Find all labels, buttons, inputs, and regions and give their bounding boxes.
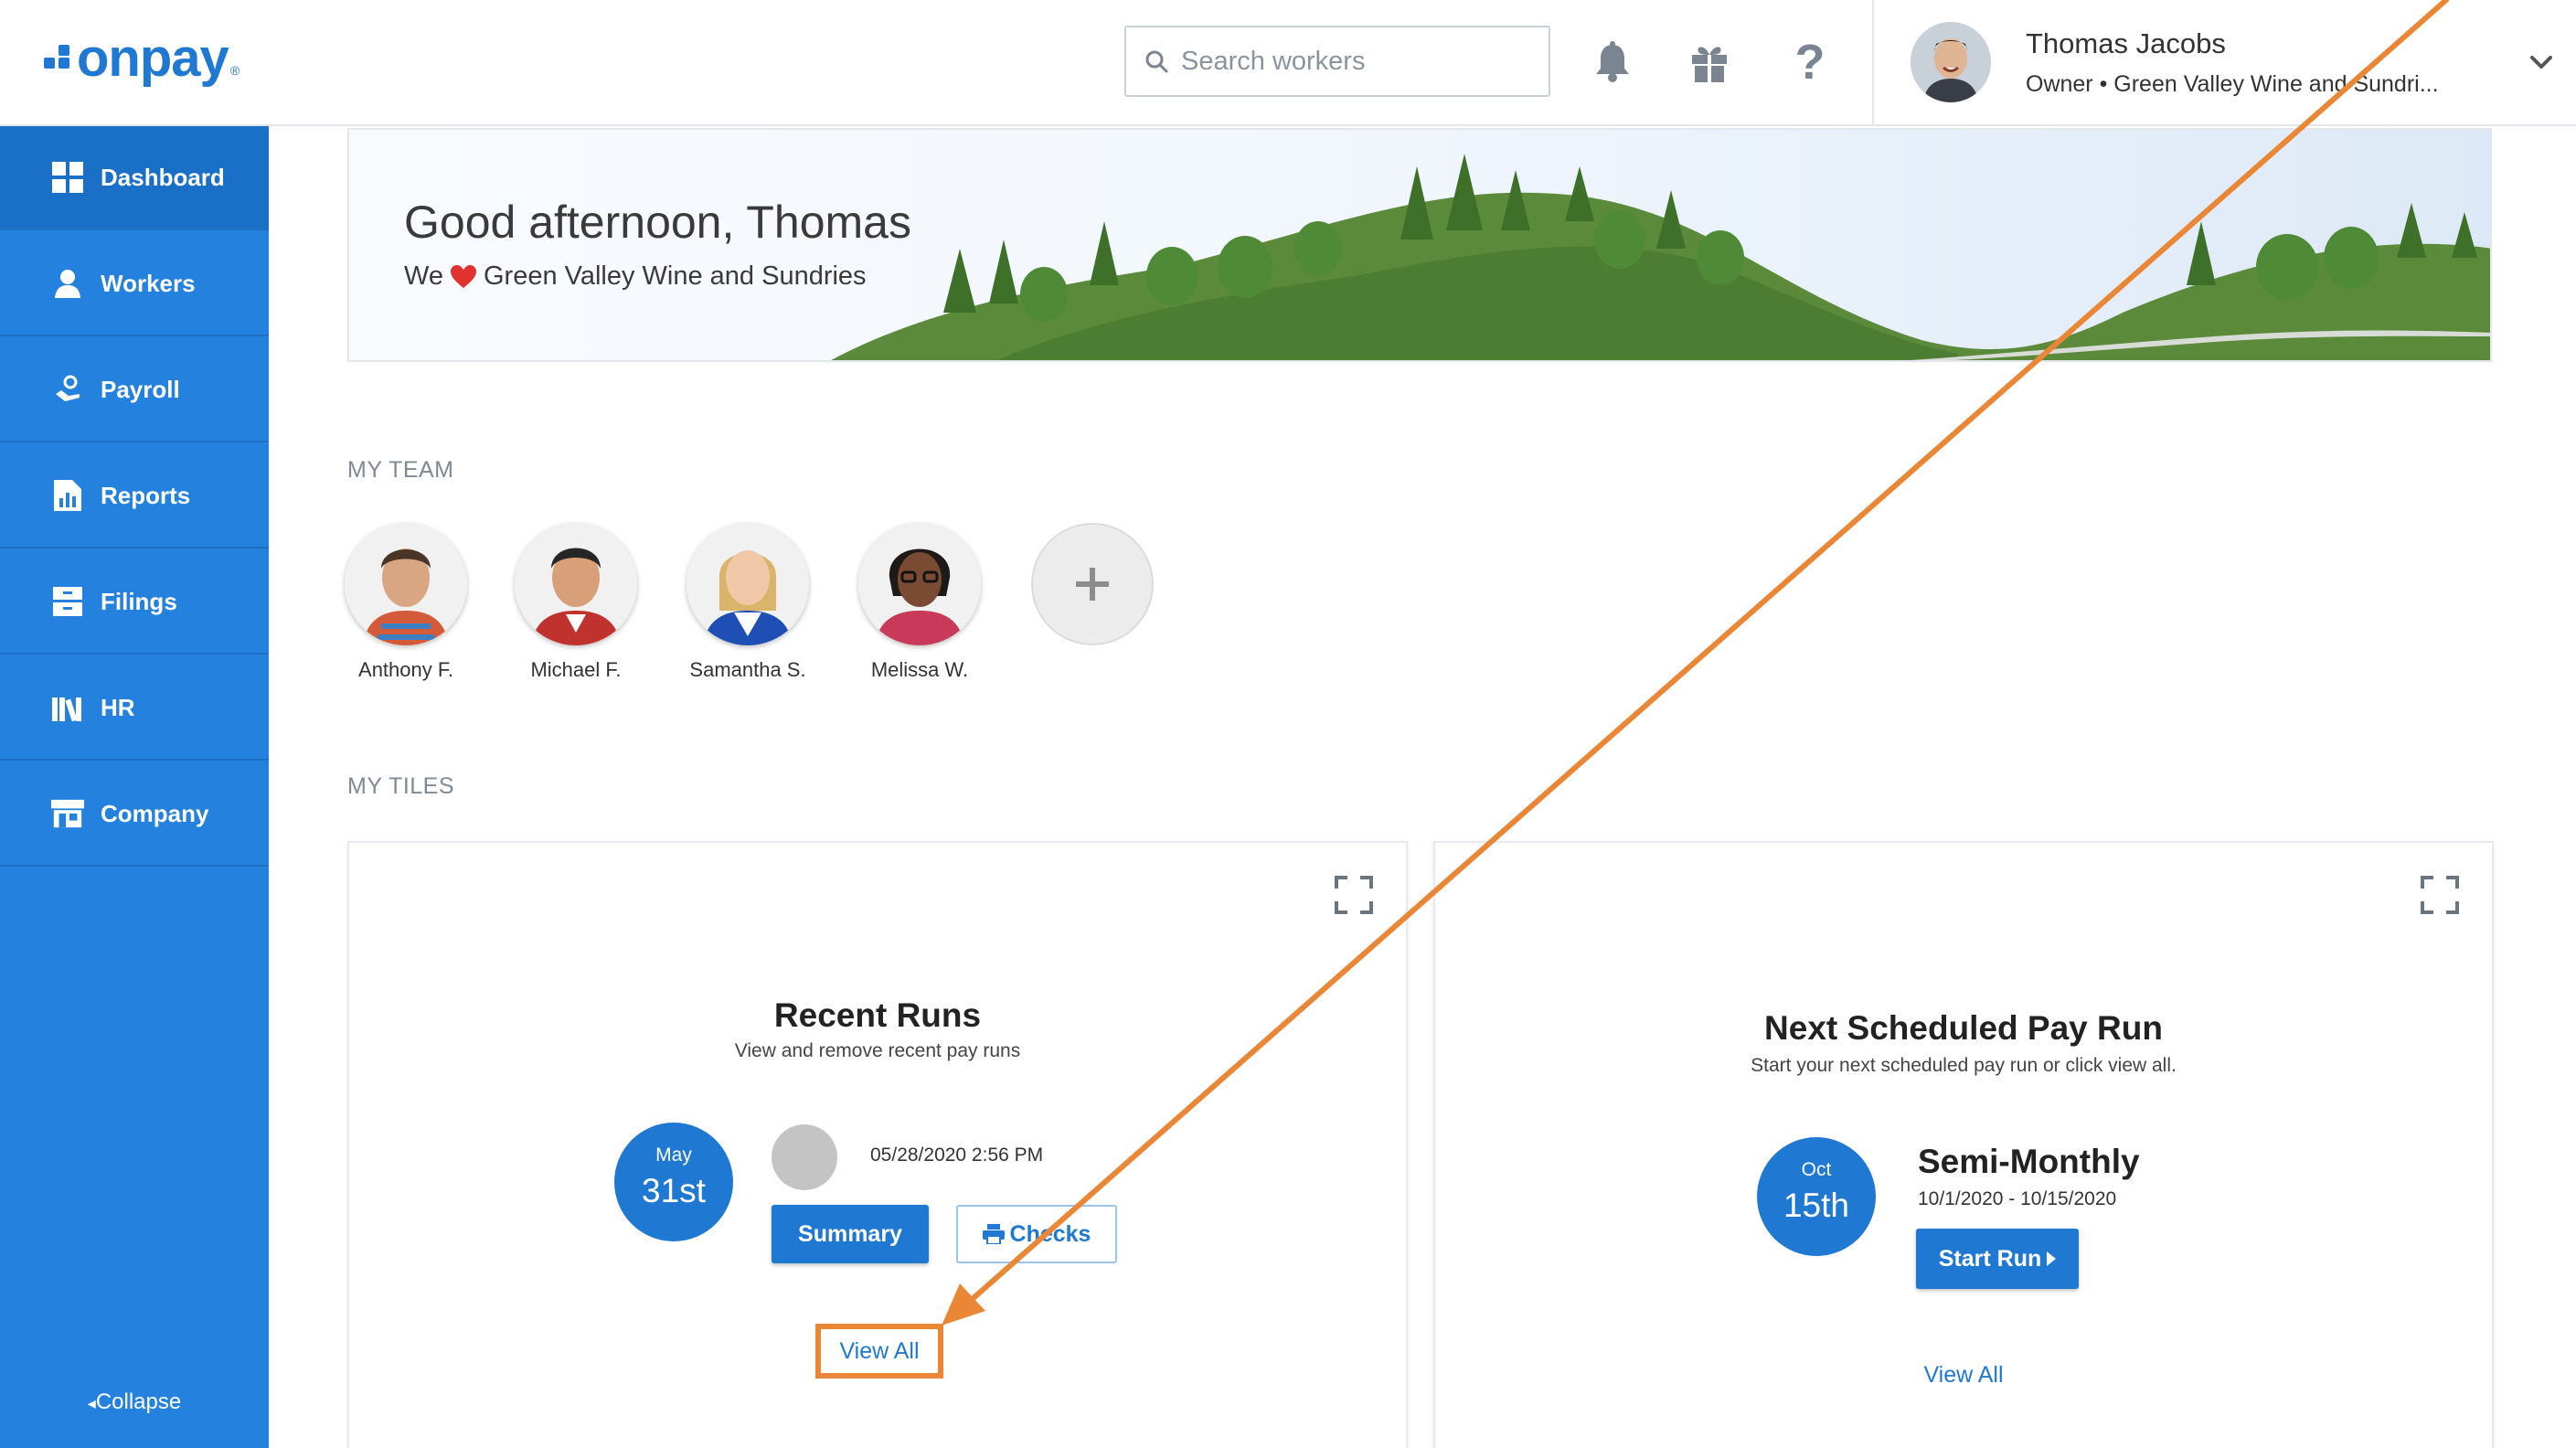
tile-title: Next Scheduled Pay Run [1764,1009,2163,1047]
bell-icon [1596,41,1629,82]
my-team-heading: MY TEAM [347,457,454,483]
expand-icon[interactable] [2421,876,2459,914]
sidebar-item-label: Reports [101,481,191,509]
company-tagline: We Green Valley Wine and Sundries [404,261,867,292]
sidebar-nav: Dashboard Workers Payroll Reports Filing… [0,126,269,1448]
add-team-member-button[interactable] [1031,523,1154,645]
sidebar-item-label: Company [101,799,209,827]
user-name: Thomas Jacobs [2026,27,2226,59]
my-tiles-heading: MY TILES [347,773,455,799]
start-run-label: Start Run [1938,1245,2042,1272]
search-icon [1145,50,1168,73]
team-member-michael[interactable]: Michael F. [514,523,638,682]
summary-label: Summary [798,1220,902,1247]
greeting-text: Good afternoon, Thomas [404,197,911,248]
sidebar-item-company[interactable]: Company [0,762,269,867]
sidebar-item-label: Payroll [101,375,180,403]
logo-text: onpay [77,28,229,88]
avatar [772,1124,837,1190]
onpay-logo[interactable]: onpay ® [44,31,240,86]
welcome-banner: Good afternoon, Thomas We Green Valley W… [347,128,2492,362]
next-run-day: 15th [1783,1187,1849,1224]
sidebar-item-label: Dashboard [101,163,225,191]
gift-icon [1692,47,1727,82]
team-member-name: Melissa W. [870,658,969,681]
dashboard-icon [51,161,84,194]
start-run-button[interactable]: Start Run [1916,1229,2079,1289]
company-icon [51,797,84,830]
run-month: May [655,1145,692,1166]
caret-right-icon [2047,1251,2057,1266]
user-menu[interactable]: Thomas Jacobs Owner • Green Valley Wine … [1872,0,2576,124]
tile-subtitle: View and remove recent pay runs [734,1040,1021,1061]
sidebar-item-dashboard[interactable]: Dashboard [0,126,269,230]
team-member-anthony[interactable]: Anthony F. [344,523,468,682]
recent-runs-view-all-link[interactable]: View All [839,1338,919,1365]
company-name: Green Valley Wine and Sundries [483,261,867,291]
run-timestamp: 05/28/2020 2:56 PM [870,1145,1044,1166]
avatar [687,523,809,645]
avatar [515,523,637,645]
payroll-icon [51,373,84,406]
sidebar-item-hr[interactable]: HR [0,656,269,761]
user-role: Owner • Green Valley Wine and Sundri... [2026,71,2439,97]
run-day: 31st [642,1172,706,1209]
team-member-name: Samantha S. [689,658,806,681]
plus-icon [1076,568,1109,601]
team-member-name: Michael F. [530,658,622,681]
recent-runs-tile: Recent Runs View and remove recent pay r… [347,841,1408,1448]
collapse-sidebar-button[interactable]: ◂Collapse [0,1389,269,1415]
expand-icon[interactable] [1335,876,1373,914]
team-member-melissa[interactable]: Melissa W. [857,523,982,682]
hr-icon [51,691,84,724]
search-box[interactable] [1124,26,1550,97]
printer-icon [982,1224,1005,1244]
summary-button[interactable]: Summary [772,1205,929,1263]
next-run-view-all-link[interactable]: View All [1435,1362,2492,1389]
sidebar-item-reports[interactable]: Reports [0,444,269,548]
next-run-date-badge: Oct 15th [1757,1137,1876,1256]
schedule-name: Semi-Monthly [1918,1143,2140,1180]
sidebar-item-payroll[interactable]: Payroll [0,338,269,442]
help-icon: ? [1794,35,1826,90]
help-button[interactable]: ? [1784,37,1836,88]
heart-icon [450,264,476,289]
logo-registered-mark: ® [229,63,240,78]
chevron-down-icon[interactable] [2523,44,2560,80]
avatar [858,523,981,645]
tile-subtitle: Start your next scheduled pay run or cli… [1751,1055,2177,1076]
team-member-samantha[interactable]: Samantha S. [686,523,810,682]
filings-icon [51,585,84,618]
sidebar-item-label: Filings [101,587,177,615]
logo-dots-icon [44,45,73,72]
next-pay-run-tile: Next Scheduled Pay Run Start your next s… [1433,841,2494,1448]
sidebar-item-workers[interactable]: Workers [0,232,269,336]
reports-icon [51,479,84,512]
chevron-left-icon: ◂ [87,1394,96,1412]
avatar [345,523,467,645]
sidebar-item-filings[interactable]: Filings [0,550,269,655]
workers-icon [51,267,84,300]
tagline-we: We [404,261,443,291]
sidebar-item-label: HR [101,693,135,721]
team-member-name: Anthony F. [358,658,453,681]
schedule-date-range: 10/1/2020 - 10/15/2020 [1918,1188,2117,1209]
next-run-month: Oct [1801,1159,1832,1180]
search-input[interactable] [1181,46,1528,77]
user-avatar [1911,22,1991,102]
rewards-button[interactable] [1684,37,1735,88]
tile-title: Recent Runs [773,996,982,1034]
collapse-label: Collapse [95,1389,182,1414]
sidebar-item-label: Workers [101,269,196,297]
notifications-button[interactable] [1587,37,1638,88]
checks-label: Checks [1009,1220,1091,1247]
top-header: onpay ® ? [0,0,2576,126]
view-all-highlight: View All [815,1324,943,1379]
run-date-badge: May 31st [614,1123,733,1241]
checks-button[interactable]: Checks [956,1205,1117,1263]
